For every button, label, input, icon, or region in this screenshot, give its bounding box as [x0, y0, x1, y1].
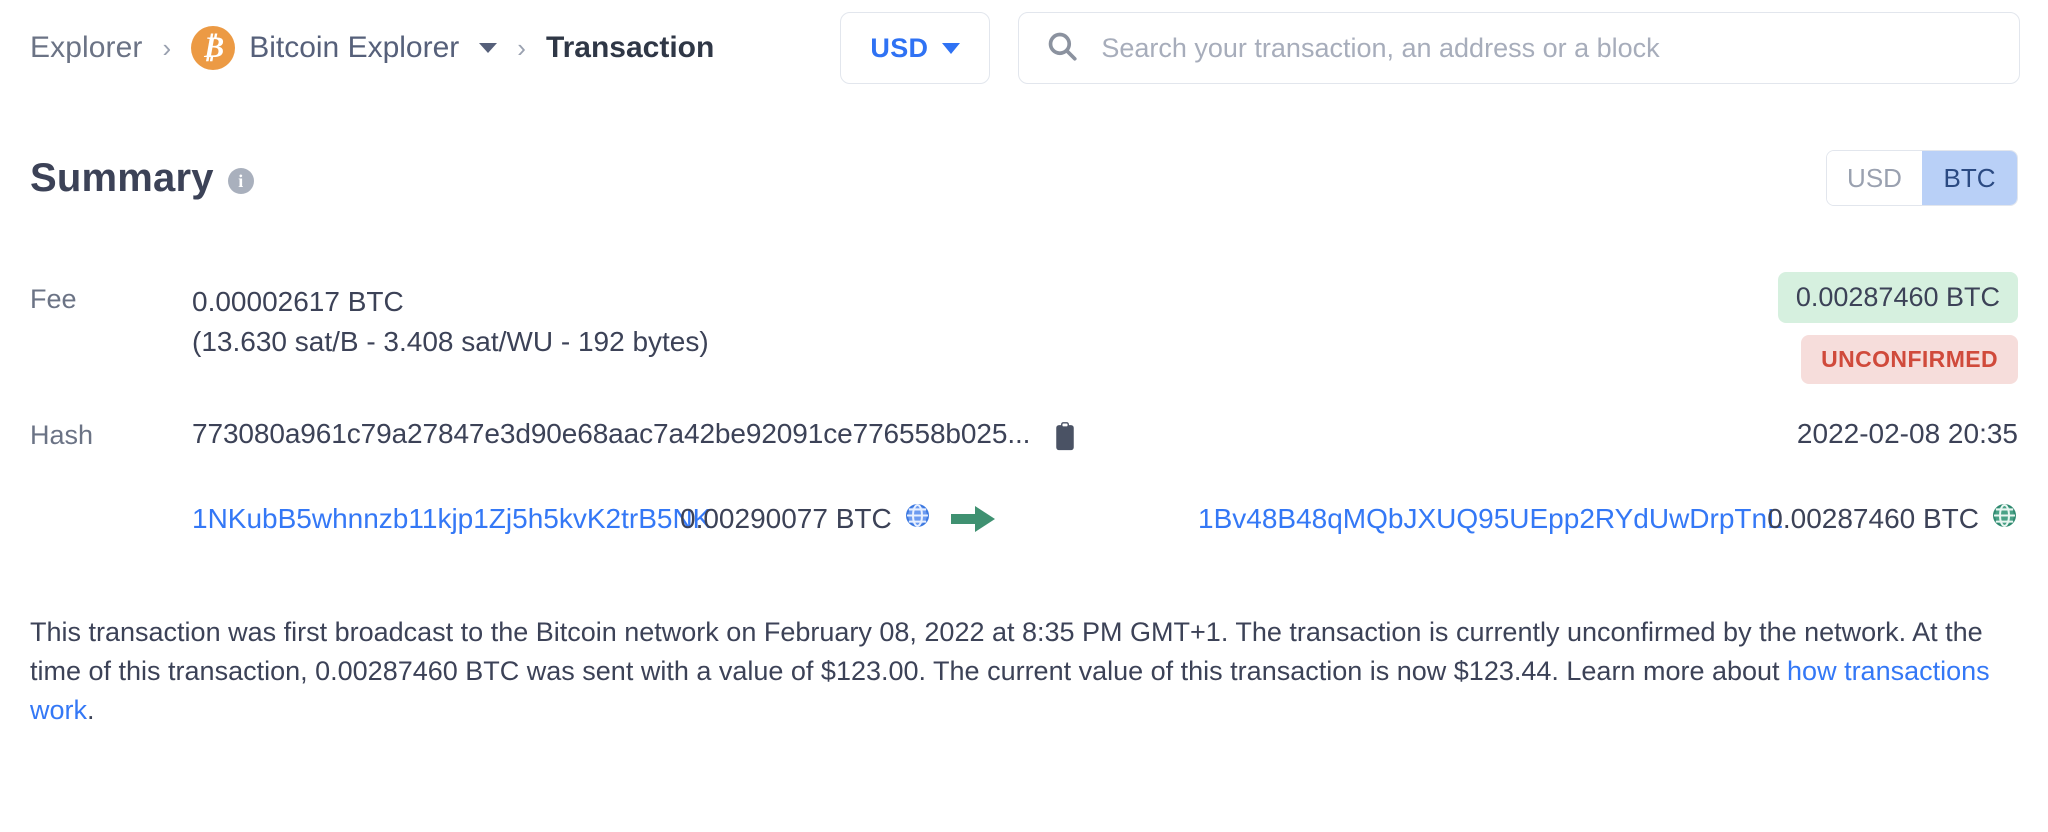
summary-badges: 0.00287460 BTC UNCONFIRMED [1777, 272, 2018, 384]
fee-values: 0.00002617 BTC (13.630 sat/B - 3.408 sat… [192, 282, 709, 362]
output-address-link[interactable]: 1Bv48B48qMQbJXUQ95UEpp2RYdUwDrpTnL [1198, 503, 1783, 535]
top-header: Explorer › ₿ Bitcoin Explorer › Transact… [0, 0, 2048, 96]
fee-label: Fee [30, 284, 77, 314]
chevron-down-icon[interactable] [479, 43, 498, 53]
unit-toggle-usd[interactable]: USD [1827, 151, 1922, 205]
transaction-page: Explorer › ₿ Bitcoin Explorer › Transact… [0, 0, 2048, 832]
hash-row: Hash 773080a961c79a27847e3d90e68aac7a42b… [0, 418, 2048, 451]
description-text-before-link: This transaction was first broadcast to … [30, 616, 1983, 686]
breadcrumb-item-bitcoin-explorer[interactable]: ₿ Bitcoin Explorer [191, 26, 498, 70]
inputs-outputs-row: 1NKubB5whnnzb11kjp1Zj5h5kvK2trB5NK 0.002… [0, 497, 2048, 541]
fee-amount: 0.00002617 BTC [192, 286, 404, 317]
breadcrumb: Explorer › ₿ Bitcoin Explorer › Transact… [30, 26, 714, 70]
fee-row: Fee 0.00002617 BTC (13.630 sat/B - 3.408… [0, 272, 2048, 384]
search-icon [1045, 29, 1079, 68]
unit-toggle-btc[interactable]: BTC [1922, 151, 2017, 205]
chevron-down-icon [942, 42, 961, 54]
search-input[interactable] [1101, 32, 1993, 64]
summary-header: Summary i USD BTC [0, 150, 2048, 206]
globe-icon[interactable] [904, 502, 931, 536]
status-badge: UNCONFIRMED [1801, 335, 2018, 384]
fee-rates: (13.630 sat/B - 3.408 sat/WU - 192 bytes… [192, 325, 709, 357]
output-amount: 0.00287460 BTC [1767, 502, 1979, 534]
input-amount-wrap: 0.00290077 BTC [680, 502, 995, 536]
hash-value: 773080a961c79a27847e3d90e68aac7a42be9209… [192, 418, 1031, 449]
hash-label: Hash [30, 419, 94, 450]
currency-select[interactable]: USD [840, 12, 991, 84]
total-amount-badge: 0.00287460 BTC [1777, 272, 2018, 323]
clipboard-icon[interactable] [1052, 422, 1078, 452]
arrow-right-icon [950, 504, 995, 534]
summary-title-wrap: Summary i [30, 156, 254, 201]
page-title: Summary [30, 155, 214, 200]
hash-timestamp: 2022-02-08 20:35 [1796, 417, 2018, 449]
info-icon[interactable]: i [227, 168, 254, 194]
breadcrumb-separator-1: › [162, 33, 172, 63]
input-address-link[interactable]: 1NKubB5whnnzb11kjp1Zj5h5kvK2trB5NK [192, 503, 711, 535]
currency-select-value: USD [870, 32, 929, 63]
search-box[interactable] [1018, 12, 2020, 84]
description-text-after-link: . [87, 695, 95, 726]
breadcrumb-separator-2: › [517, 33, 526, 63]
bitcoin-logo-icon: ₿ [191, 26, 236, 70]
output-amount-wrap: 0.00287460 BTC [1767, 502, 2018, 536]
breadcrumb-item-explorer[interactable]: Explorer [30, 31, 143, 65]
breadcrumb-bitcoin-label: Bitcoin Explorer [249, 31, 460, 64]
globe-icon[interactable] [1991, 502, 2018, 536]
breadcrumb-item-transaction: Transaction [545, 31, 715, 64]
unit-toggle: USD BTC [1826, 150, 2018, 206]
input-amount: 0.00290077 BTC [680, 502, 892, 534]
transaction-description: This transaction was first broadcast to … [0, 613, 2048, 731]
